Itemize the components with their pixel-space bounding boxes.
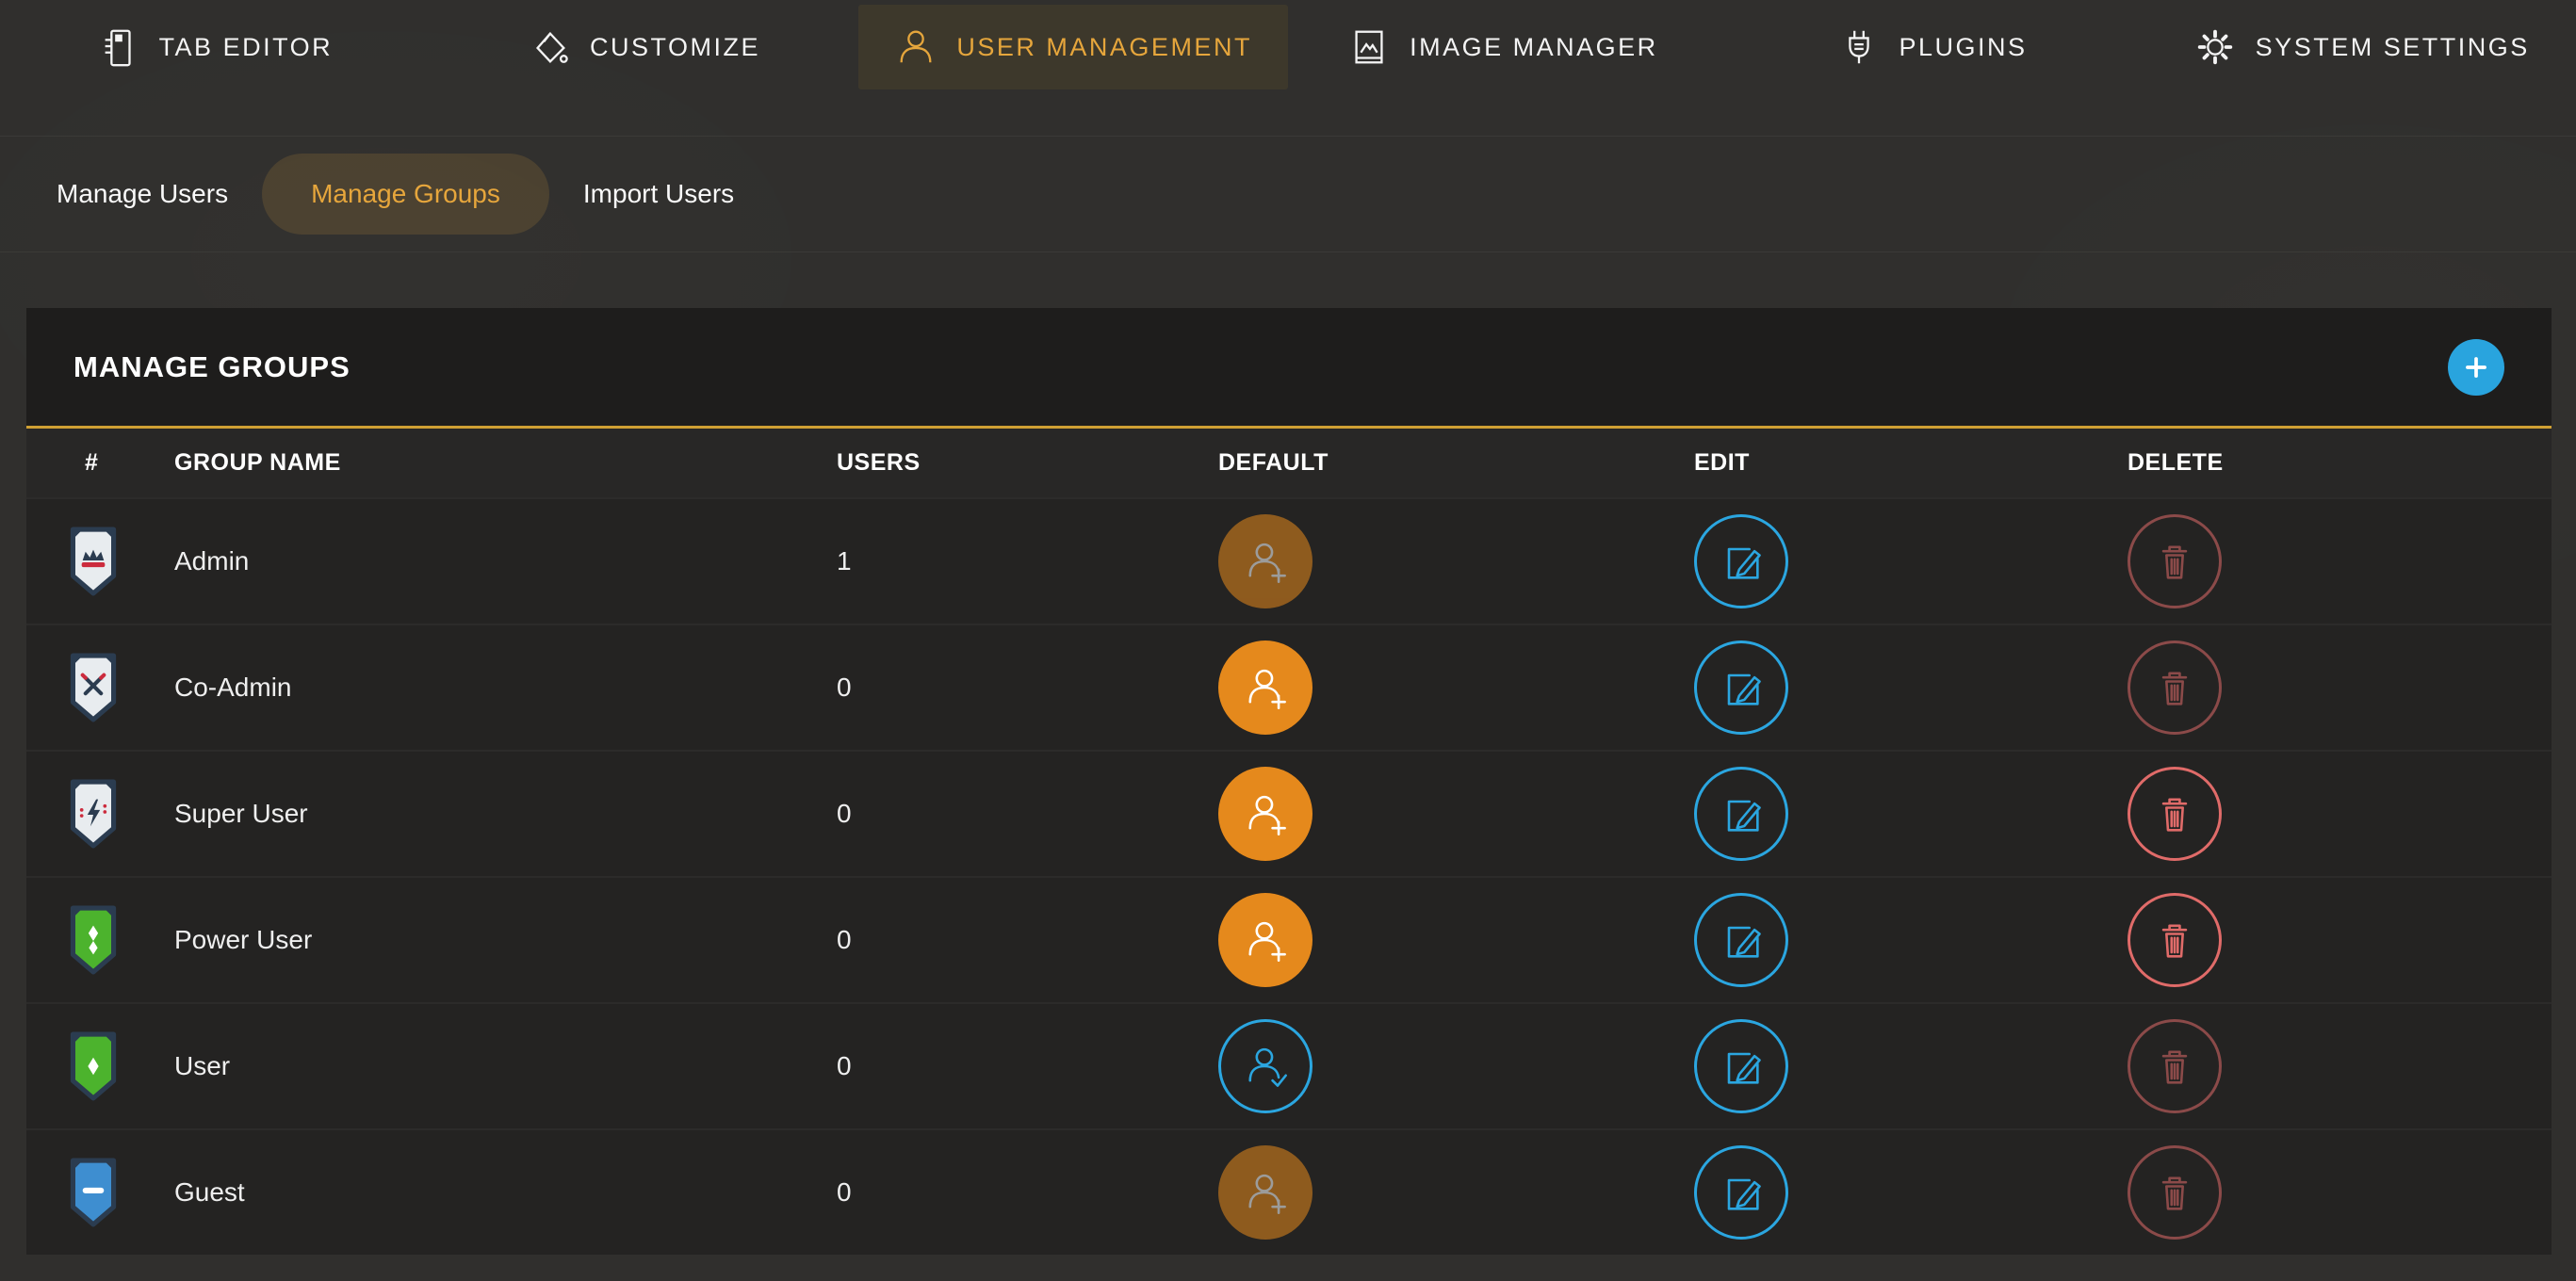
set-default-button[interactable]	[1218, 514, 1312, 608]
subtab-manage-groups[interactable]: Manage Groups	[262, 154, 549, 235]
column-header-number: #	[66, 449, 174, 477]
admin-crown-badge-icon	[69, 526, 118, 597]
table-header-row: # GROUP NAME USERS DEFAULT EDIT DELETE	[26, 429, 2552, 497]
group-users-count: 0	[837, 673, 1218, 703]
set-default-button[interactable]	[1218, 1145, 1312, 1240]
delete-group-button[interactable]	[2128, 640, 2222, 735]
table-row: User 0	[26, 1002, 2552, 1128]
user-check-icon	[1241, 1042, 1290, 1091]
table-row: Admin 1	[26, 497, 2552, 624]
edit-icon	[1717, 789, 1766, 838]
column-header-edit: EDIT	[1694, 449, 2128, 477]
group-users-count: 1	[837, 546, 1218, 576]
table-row: Super User 0	[26, 750, 2552, 876]
nav-plugins[interactable]: PLUGINS	[1718, 5, 2147, 89]
user-management-subtabs: Manage Users Manage Groups Import Users	[0, 137, 2576, 252]
subtab-import-users[interactable]: Import Users	[583, 154, 734, 235]
edit-group-button[interactable]	[1694, 893, 1788, 987]
edit-icon	[1717, 916, 1766, 965]
edit-group-button[interactable]	[1694, 1019, 1788, 1113]
set-default-button[interactable]	[1218, 893, 1312, 987]
nav-tab-editor[interactable]: TAB EDITOR	[0, 5, 430, 89]
trash-icon	[2150, 789, 2199, 838]
edit-icon	[1717, 1042, 1766, 1091]
crossed-swords-badge-icon	[69, 652, 118, 723]
group-name: Admin	[174, 546, 837, 576]
panel-title: MANAGE GROUPS	[73, 350, 351, 384]
user-plus-icon	[1241, 663, 1290, 712]
column-header-group-name: GROUP NAME	[174, 449, 837, 477]
trash-icon	[2150, 916, 2199, 965]
edit-icon	[1717, 537, 1766, 586]
nav-system-settings[interactable]: SYSTEM SETTINGS	[2146, 5, 2576, 89]
gear-icon	[2193, 25, 2237, 69]
table-row: Co-Admin 0	[26, 624, 2552, 750]
delete-group-button[interactable]	[2128, 1145, 2222, 1240]
nav-label: SYSTEM SETTINGS	[2256, 33, 2530, 62]
group-name: User	[174, 1051, 837, 1081]
trash-icon	[2150, 663, 2199, 712]
column-header-default: DEFAULT	[1218, 449, 1694, 477]
nav-label: PLUGINS	[1899, 33, 2028, 62]
dash-badge-icon	[69, 1157, 118, 1228]
image-icon	[1347, 25, 1391, 69]
edit-icon	[1717, 1168, 1766, 1217]
nav-label: IMAGE MANAGER	[1410, 33, 1658, 62]
group-users-count: 0	[837, 1177, 1218, 1208]
manage-groups-panel: MANAGE GROUPS # GROUP NAME USERS DEFAULT…	[26, 308, 2552, 1255]
subtab-manage-users[interactable]: Manage Users	[57, 154, 228, 235]
single-diamond-badge-icon	[69, 1030, 118, 1102]
group-users-count: 0	[837, 1051, 1218, 1081]
table-row: Power User 0	[26, 876, 2552, 1002]
tab-editor-icon	[97, 25, 140, 69]
nav-label: CUSTOMIZE	[590, 33, 760, 62]
nav-customize[interactable]: CUSTOMIZE	[430, 5, 859, 89]
delete-group-button[interactable]	[2128, 893, 2222, 987]
column-header-delete: DELETE	[2128, 449, 2552, 477]
delete-group-button[interactable]	[2128, 767, 2222, 861]
user-plus-icon	[1241, 537, 1290, 586]
set-default-button[interactable]	[1218, 767, 1312, 861]
double-diamond-badge-icon	[69, 904, 118, 976]
edit-group-button[interactable]	[1694, 514, 1788, 608]
group-name: Guest	[174, 1177, 837, 1208]
plug-icon	[1837, 25, 1881, 69]
user-icon	[894, 25, 937, 69]
trash-icon	[2150, 1168, 2199, 1217]
group-name: Power User	[174, 925, 837, 955]
edit-group-button[interactable]	[1694, 1145, 1788, 1240]
user-plus-icon	[1241, 1168, 1290, 1217]
nav-image-manager[interactable]: IMAGE MANAGER	[1288, 5, 1718, 89]
nav-label: TAB EDITOR	[159, 33, 334, 62]
edit-icon	[1717, 663, 1766, 712]
nav-user-management[interactable]: USER MANAGEMENT	[858, 5, 1288, 89]
nav-label: USER MANAGEMENT	[956, 33, 1252, 62]
add-group-button[interactable]	[2448, 339, 2504, 396]
panel-header: MANAGE GROUPS	[26, 308, 2552, 429]
table-row: Guest 0	[26, 1128, 2552, 1255]
set-default-button[interactable]	[1218, 640, 1312, 735]
delete-group-button[interactable]	[2128, 514, 2222, 608]
group-name: Super User	[174, 799, 837, 829]
plus-icon	[2461, 352, 2491, 382]
lightning-badge-icon	[69, 778, 118, 850]
group-users-count: 0	[837, 799, 1218, 829]
group-users-count: 0	[837, 925, 1218, 955]
edit-group-button[interactable]	[1694, 640, 1788, 735]
default-group-indicator-button[interactable]	[1218, 1019, 1312, 1113]
paint-bucket-icon	[528, 25, 571, 69]
top-navigation: TAB EDITOR CUSTOMIZE USER MANAGEMENT IMA…	[0, 0, 2576, 137]
edit-group-button[interactable]	[1694, 767, 1788, 861]
user-plus-icon	[1241, 789, 1290, 838]
column-header-users: USERS	[837, 449, 1218, 477]
group-name: Co-Admin	[174, 673, 837, 703]
delete-group-button[interactable]	[2128, 1019, 2222, 1113]
trash-icon	[2150, 537, 2199, 586]
user-plus-icon	[1241, 916, 1290, 965]
trash-icon	[2150, 1042, 2199, 1091]
